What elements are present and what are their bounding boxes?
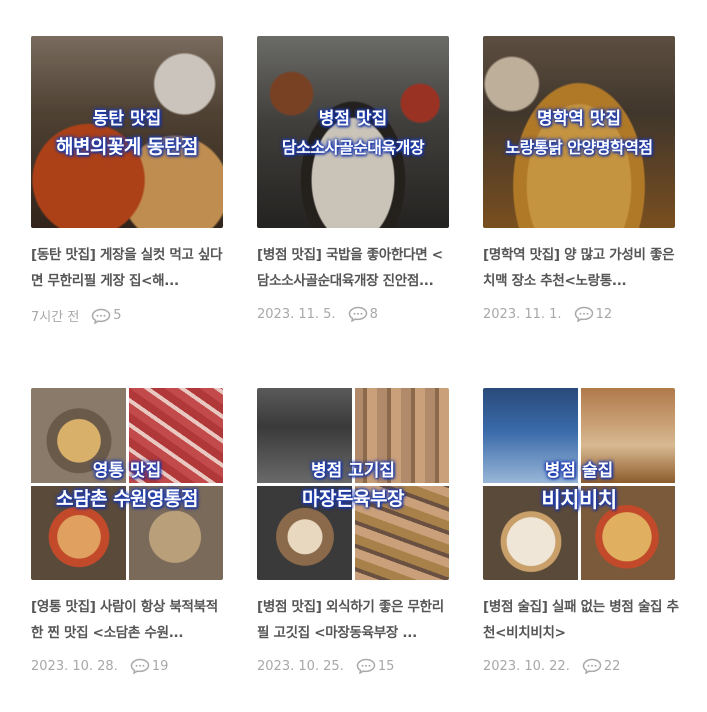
- comment-count-value: 8: [369, 306, 378, 322]
- post-meta: 2023. 10. 28. 19: [31, 658, 227, 674]
- post-thumbnail[interactable]: 병점 고기집 마장돈육부장: [257, 388, 449, 580]
- post-card[interactable]: 동탄 맛집 해변의꽃게 동탄점 [동탄 맛집] 게장을 실컷 먹고 싶다면 무한…: [31, 36, 227, 325]
- comment-count-value: 12: [595, 306, 613, 322]
- post-thumbnail[interactable]: 영통 맛집 소담촌 수원영통점: [31, 388, 223, 580]
- post-card[interactable]: 영통 맛집 소담촌 수원영통점 [영통 맛집] 사람이 항상 북적북적한 찐 맛…: [31, 388, 227, 674]
- thumbnail-caption-store: 비치비치: [541, 488, 617, 512]
- comment-count[interactable]: 22: [582, 658, 621, 674]
- post-title[interactable]: [병점 술집] 실패 없는 병점 술집 추천<비치비치>: [483, 594, 679, 646]
- comment-count-value: 19: [151, 658, 169, 674]
- post-title[interactable]: [병점 맛집] 국밥을 좋아한다면 <담소소사골순대육개장 진안점...: [257, 242, 453, 294]
- comment-icon: [348, 306, 367, 322]
- post-date: 2023. 10. 22.: [483, 658, 570, 674]
- post-thumbnail[interactable]: 병점 맛집 담소소사골순대육개장: [257, 36, 449, 228]
- post-title[interactable]: [영통 맛집] 사람이 항상 북적북적한 찐 맛집 <소담촌 수원...: [31, 594, 227, 646]
- post-date: 7시간 전: [31, 310, 80, 325]
- post-meta: 2023. 11. 1. 12: [483, 306, 679, 322]
- thumbnail-caption-category: 병점 맛집: [318, 109, 388, 129]
- post-card[interactable]: 병점 맛집 담소소사골순대육개장 [병점 맛집] 국밥을 좋아한다면 <담소소사…: [257, 36, 453, 322]
- comment-count[interactable]: 8: [348, 306, 378, 322]
- comment-count-value: 22: [603, 658, 621, 674]
- post-thumbnail[interactable]: 병점 술집 비치비치: [483, 388, 675, 580]
- thumbnail-caption-category: 병점 고기집: [310, 461, 396, 481]
- post-date: 2023. 11. 5.: [257, 306, 336, 322]
- thumbnail-caption-store: 노랑통닭 안양명학역점: [505, 138, 653, 157]
- post-meta: 2023. 11. 5. 8: [257, 306, 453, 322]
- post-title[interactable]: [동탄 맛집] 게장을 실컷 먹고 싶다면 무한리필 게장 집<해...: [31, 242, 227, 294]
- comment-count[interactable]: 19: [130, 658, 169, 674]
- thumbnail-caption-store: 해변의꽃게 동탄점: [56, 136, 198, 158]
- post-date: 2023. 10. 25.: [257, 658, 344, 674]
- thumbnail-caption-store: 소담촌 수원영통점: [56, 488, 198, 510]
- post-title[interactable]: [병점 맛집] 외식하기 좋은 무한리필 고깃집 <마장동육부장 ...: [257, 594, 453, 646]
- post-title[interactable]: [명학역 맛집] 양 많고 가성비 좋은 치맥 장소 추천<노랑통...: [483, 242, 679, 294]
- post-date: 2023. 11. 1.: [483, 306, 562, 322]
- comment-icon: [574, 306, 593, 322]
- comment-count-value: 15: [377, 658, 395, 674]
- post-meta: 2023. 10. 22. 22: [483, 658, 679, 674]
- comment-icon: [130, 658, 150, 674]
- post-meta: 2023. 10. 25. 15: [257, 658, 453, 674]
- post-card[interactable]: 명학역 맛집 노랑통닭 안양명학역점 [명학역 맛집] 양 많고 가성비 좋은 …: [483, 36, 679, 322]
- comment-icon: [356, 658, 376, 674]
- thumbnail-caption-category: 병점 술집: [544, 461, 614, 481]
- post-card[interactable]: 병점 고기집 마장돈육부장 [병점 맛집] 외식하기 좋은 무한리필 고깃집 <…: [257, 388, 453, 674]
- post-card[interactable]: 병점 술집 비치비치 [병점 술집] 실패 없는 병점 술집 추천<비치비치> …: [483, 388, 679, 674]
- post-grid: 동탄 맛집 해변의꽃게 동탄점 [동탄 맛집] 게장을 실컷 먹고 싶다면 무한…: [0, 0, 707, 712]
- comment-count-value: 5: [113, 308, 122, 323]
- thumbnail-caption-category: 명학역 맛집: [536, 109, 622, 129]
- thumbnail-caption-store: 마장돈육부장: [302, 488, 404, 510]
- post-date: 2023. 10. 28.: [31, 658, 118, 674]
- post-thumbnail[interactable]: 명학역 맛집 노랑통닭 안양명학역점: [483, 36, 675, 228]
- comment-icon: [582, 658, 602, 674]
- thumbnail-caption-category: 영통 맛집: [92, 461, 162, 481]
- comment-count[interactable]: 5: [91, 308, 122, 324]
- thumbnail-caption-store: 담소소사골순대육개장: [281, 138, 425, 157]
- thumbnail-caption-category: 동탄 맛집: [92, 109, 162, 129]
- post-meta: 7시간 전 5: [31, 306, 227, 325]
- comment-icon: [92, 308, 111, 324]
- post-thumbnail[interactable]: 동탄 맛집 해변의꽃게 동탄점: [31, 36, 223, 228]
- comment-count[interactable]: 15: [356, 658, 395, 674]
- comment-count[interactable]: 12: [574, 306, 613, 322]
